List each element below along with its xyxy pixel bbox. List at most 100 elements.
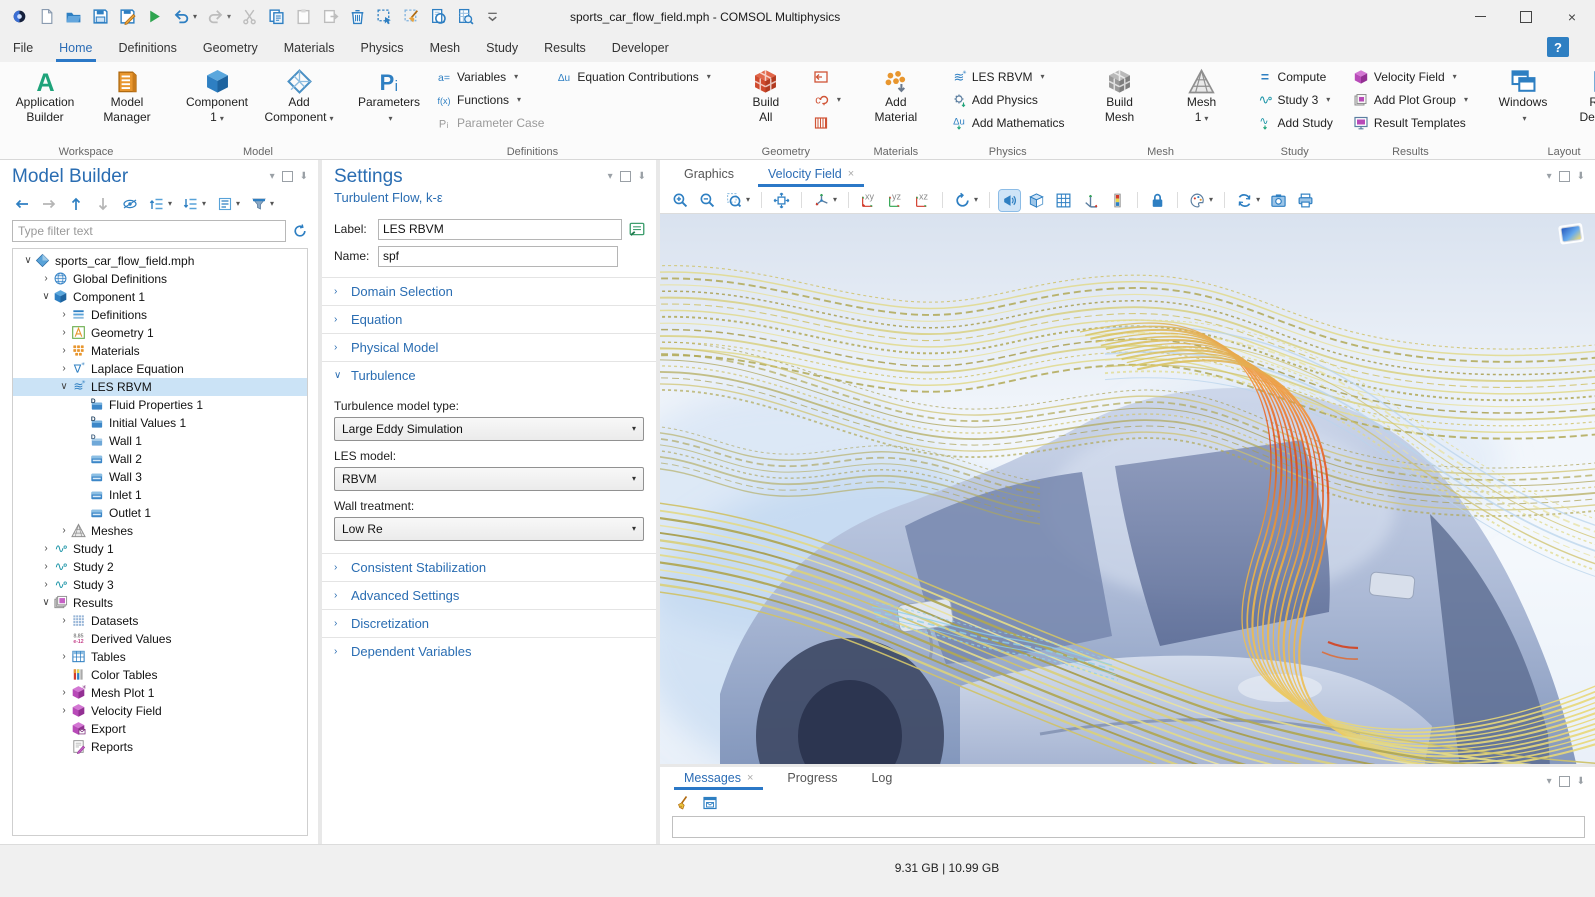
nav-back-button[interactable]	[12, 194, 32, 214]
show-button[interactable]	[120, 194, 140, 214]
open-file-button[interactable]	[62, 6, 85, 27]
print-button[interactable]	[1295, 190, 1316, 211]
snapshot-button[interactable]	[1268, 190, 1289, 211]
panel-float-icon[interactable]	[1559, 776, 1570, 787]
virtual-ops-icon[interactable]	[809, 113, 845, 133]
label-field[interactable]	[378, 219, 622, 240]
mesh-1-button[interactable]: Mesh1▾	[1161, 65, 1243, 128]
tree-node-meshes[interactable]: ›Meshes	[13, 522, 307, 540]
panel-menu-icon[interactable]: ▾	[1547, 171, 1552, 182]
functions-button[interactable]: f(x)Functions▾	[432, 90, 548, 110]
messages-tab-log[interactable]: Log	[861, 767, 902, 790]
log-window-button[interactable]	[700, 793, 720, 813]
panel-menu-icon[interactable]: ▾	[270, 172, 275, 182]
graphics-canvas[interactable]	[660, 214, 1595, 764]
close-tab-icon[interactable]: ×	[848, 168, 854, 180]
preview-file-button[interactable]	[427, 6, 450, 27]
add-component-button[interactable]: AddComponent▾	[258, 65, 340, 128]
select-box-button[interactable]	[373, 6, 396, 27]
expand-icon[interactable]: ›	[39, 273, 53, 284]
tree-node-wall-2[interactable]: Wall 2	[13, 450, 307, 468]
tree-node-derived-values[interactable]: 8.85e-12Derived Values	[13, 630, 307, 648]
add-mathematics-button[interactable]: ΔuAdd Mathematics	[947, 113, 1069, 133]
ribbon-tab-developer[interactable]: Developer	[599, 33, 682, 62]
zoom-in-button[interactable]	[670, 190, 691, 211]
cut-button[interactable]	[238, 6, 261, 27]
run-button[interactable]	[143, 6, 166, 27]
new-file-button[interactable]	[35, 6, 58, 27]
tree-node-component-1[interactable]: ∨Component 1	[13, 288, 307, 306]
zoom-box-button[interactable]: ▾	[724, 190, 752, 211]
appearance-button[interactable]: ▾	[1187, 190, 1215, 211]
tree-node-materials[interactable]: ›Materials	[13, 342, 307, 360]
equation-contributions-button[interactable]: ΔuEquation Contributions▾	[552, 67, 714, 87]
rotate-view-button[interactable]: ▾	[952, 190, 980, 211]
clear-selection-button[interactable]	[400, 6, 423, 27]
tree-node-inlet-1[interactable]: Inlet 1	[13, 486, 307, 504]
filter-button[interactable]: ▾	[249, 194, 276, 214]
nav-forward-button[interactable]	[39, 194, 59, 214]
velocity-field-button[interactable]: Velocity Field▾	[1349, 67, 1472, 87]
panel-pin-icon[interactable]: ⬇	[1577, 171, 1585, 182]
les-model-select[interactable]: RBVM▾	[334, 467, 644, 491]
study-3-button[interactable]: ∿Study 3▾	[1253, 90, 1337, 110]
rename-indicator-icon[interactable]	[628, 220, 646, 238]
update-plot-button[interactable]: ▾	[1234, 190, 1262, 211]
variables-button[interactable]: a=Variables▾	[432, 67, 548, 87]
messages-tab-progress[interactable]: Progress	[777, 767, 847, 790]
move-up-button[interactable]	[66, 194, 86, 214]
toolbar-customize-button[interactable]	[481, 6, 504, 27]
panel-float-icon[interactable]	[1559, 171, 1570, 182]
wall-treatment-select[interactable]: Low Re▾	[334, 517, 644, 541]
save-button[interactable]	[89, 6, 112, 27]
windows-button[interactable]: Windows▾	[1482, 65, 1564, 128]
tree-node-datasets[interactable]: ›Datasets	[13, 612, 307, 630]
expand-icon[interactable]: ›	[39, 543, 53, 554]
preview-table-button[interactable]	[454, 6, 477, 27]
expand-icon[interactable]: ›	[57, 327, 71, 338]
show-axes-button[interactable]	[1080, 190, 1101, 211]
scene-light-button[interactable]	[999, 190, 1020, 211]
tree-node-definitions[interactable]: ›Definitions	[13, 306, 307, 324]
copy-button[interactable]	[265, 6, 288, 27]
tree-node-wall-3[interactable]: Wall 3	[13, 468, 307, 486]
ribbon-tab-file[interactable]: File	[0, 33, 46, 62]
help-button[interactable]: ?	[1547, 37, 1569, 57]
zoom-out-button[interactable]	[697, 190, 718, 211]
section-header-dependent-variables[interactable]: ›Dependent Variables	[322, 638, 656, 665]
section-header-physical-model[interactable]: ›Physical Model	[322, 334, 656, 361]
tree-node-global-definitions[interactable]: ›Global Definitions	[13, 270, 307, 288]
section-header-consistent-stabilization[interactable]: ›Consistent Stabilization	[322, 554, 656, 581]
node-text-button[interactable]: ▾	[215, 194, 242, 214]
collapse-all-button[interactable]: ▾	[181, 194, 208, 214]
panel-pin-icon[interactable]: ⬇	[638, 172, 646, 182]
tree-node-results[interactable]: ∨Results	[13, 594, 307, 612]
build-all-button[interactable]: BuildAll	[725, 65, 807, 128]
transparency-button[interactable]	[1026, 190, 1047, 211]
messages-tab-messages[interactable]: Messages×	[674, 767, 763, 790]
expand-all-button[interactable]: ▾	[147, 194, 174, 214]
duplicate-button[interactable]	[319, 6, 342, 27]
delete-button[interactable]	[346, 6, 369, 27]
paste-button[interactable]	[292, 6, 315, 27]
add-material-button[interactable]: AddMaterial	[855, 65, 937, 128]
expand-icon[interactable]: ›	[57, 309, 71, 320]
parameters-button[interactable]: PiParameters▾	[348, 65, 430, 128]
tree-node-sports-car-flow-field-mph[interactable]: ∨sports_car_flow_field.mph	[13, 252, 307, 270]
expand-icon[interactable]: ›	[57, 615, 71, 626]
view-yz-button[interactable]: yz	[885, 190, 906, 211]
name-field[interactable]	[378, 246, 618, 267]
application-builder-button[interactable]: AApplicationBuilder	[4, 65, 86, 128]
ribbon-tab-physics[interactable]: Physics	[347, 33, 416, 62]
tree-node-tables[interactable]: ›Tables	[13, 648, 307, 666]
tree-node-fluid-properties-1[interactable]: DFluid Properties 1	[13, 396, 307, 414]
ribbon-tab-home[interactable]: Home	[46, 33, 105, 62]
tree-node-wall-1[interactable]: DWall 1	[13, 432, 307, 450]
ribbon-tab-definitions[interactable]: Definitions	[106, 33, 190, 62]
tree-node-study-2[interactable]: ›∿Study 2	[13, 558, 307, 576]
rename-indicator-icon[interactable]	[628, 220, 646, 238]
ribbon-tab-mesh[interactable]: Mesh	[417, 33, 474, 62]
tree-node-outlet-1[interactable]: Outlet 1	[13, 504, 307, 522]
panel-menu-icon[interactable]: ▾	[1547, 776, 1552, 787]
section-header-advanced-settings[interactable]: ›Advanced Settings	[322, 582, 656, 609]
